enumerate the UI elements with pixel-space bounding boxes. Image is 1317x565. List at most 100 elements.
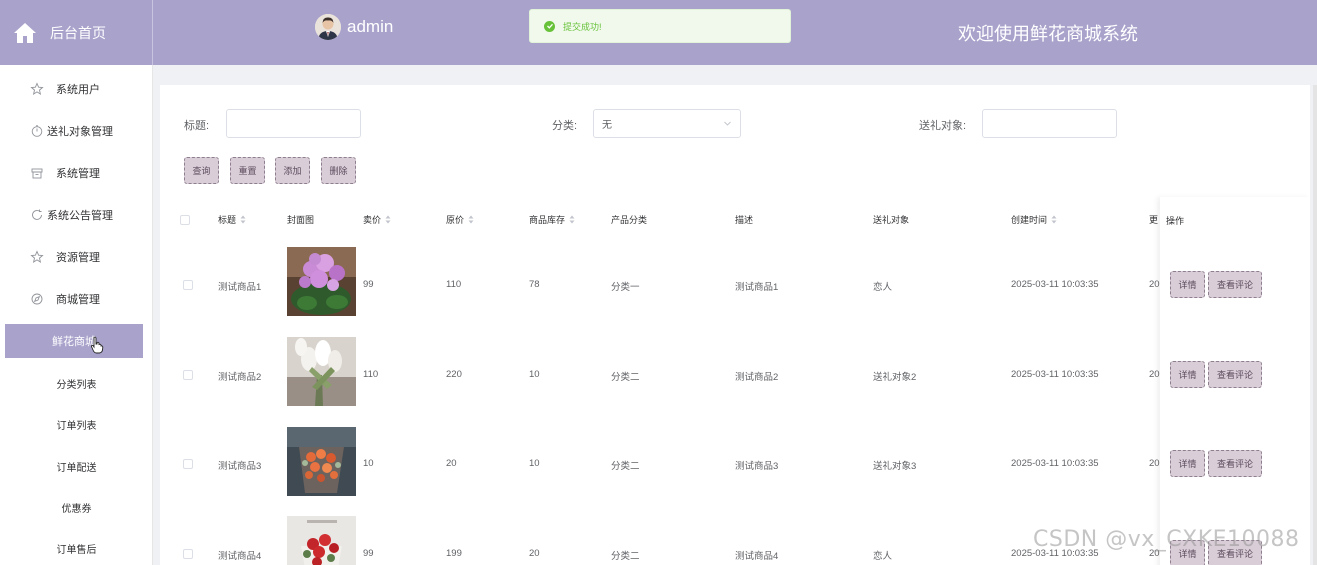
view-comments-button[interactable]: 查看评论 [1208,361,1262,388]
category-select[interactable]: 无 [593,109,741,138]
sidebar-item-label: 资源管理 [56,252,100,264]
sort-icon[interactable] [468,215,474,224]
sidebar-item-label: 送礼对象管理 [47,126,113,138]
sidebar-sub-coupon[interactable]: 优惠券 [0,487,153,527]
cell-recipient: 恋人 [873,282,893,293]
cell-original-price: 110 [446,279,462,290]
sidebar-item-announcement-mgmt[interactable]: 系统公告管理 [0,194,153,236]
column-header-label: 更 [1149,215,1159,225]
column-header-title[interactable]: 标题 [218,213,246,226]
cell-recipient: 恋人 [873,551,893,562]
product-cover-image [287,427,356,496]
cell-created: 2025-03-11 10:03:35 [1011,279,1099,290]
column-header-label: 送礼对象 [873,215,910,225]
column-header-description: 描述 [735,213,753,226]
star-icon [30,82,44,96]
cell-price: 10 [363,458,374,469]
sidebar-item-system-users[interactable]: 系统用户 [0,68,153,110]
delete-button[interactable]: 删除 [321,157,356,184]
sidebar-item-mall-mgmt[interactable]: 商城管理 [0,278,153,320]
detail-button[interactable]: 详情 [1170,450,1205,477]
sidebar-item-resource-mgmt[interactable]: 资源管理 [0,236,153,278]
column-header-label: 原价 [446,215,465,225]
row-checkbox[interactable] [183,280,193,290]
cell-price: 99 [363,548,374,559]
cell-original-price: 199 [446,548,462,559]
vertical-scrollbar[interactable] [1313,85,1317,565]
sidebar-item-label: 商城管理 [56,294,100,306]
recipient-search-input[interactable] [982,109,1117,138]
sidebar-sub-category-list[interactable]: 分类列表 [0,363,153,403]
column-header-category: 产品分类 [611,213,647,226]
title-search-input[interactable] [226,109,361,138]
cell-updated: 20 [1149,458,1160,469]
view-comments-button[interactable]: 查看评论 [1208,271,1262,298]
home-label: 后台首页 [50,24,106,41]
cell-title: 测试商品2 [218,372,262,383]
box-icon [30,166,44,180]
cell-category: 分类二 [611,372,640,383]
column-header-cover: 封面图 [287,213,314,226]
product-cover-image [287,516,356,565]
avatar [315,14,341,40]
column-header-original-price[interactable]: 原价 [446,213,474,226]
sidebar: 系统用户 送礼对象管理 系统管理 系统公告管理 资源管理 商城管理 鲜花商城 分… [0,65,153,565]
product-cover-image [287,247,356,316]
column-header-created[interactable]: 创建时间 [1011,213,1057,226]
column-header-label: 产品分类 [611,215,648,225]
row-checkbox[interactable] [183,549,193,559]
sidebar-sub-label: 订单列表 [56,420,97,432]
sidebar-sub-flower-mall[interactable]: 鲜花商城 [5,324,143,358]
star-icon [30,250,44,264]
reset-button[interactable]: 重置 [230,157,265,184]
cell-created: 2025-03-11 10:03:35 [1011,458,1099,469]
check-circle-icon [544,20,555,32]
row-checkbox[interactable] [183,370,193,380]
view-comments-button[interactable]: 查看评论 [1208,450,1262,477]
select-all-checkbox[interactable] [180,215,190,225]
cell-recipient: 送礼对象3 [873,461,917,472]
column-header-label: 创建时间 [1011,215,1048,225]
cell-description: 测试商品3 [735,461,779,472]
hand-cursor-icon [90,336,104,354]
title-filter-label: 标题: [184,120,210,132]
chevron-down-icon [723,119,732,128]
sidebar-sub-order-list[interactable]: 订单列表 [0,404,153,444]
timer-icon [30,124,44,138]
category-select-value: 无 [602,120,612,131]
main-content: 标题: 分类: 无 送礼对象: 查询 重置 添加 删除 标题 封面图 卖价 原价… [160,85,1310,565]
detail-button[interactable]: 详情 [1170,361,1205,388]
cell-price: 99 [363,279,374,290]
sort-icon[interactable] [240,215,246,224]
sidebar-item-label: 系统管理 [56,168,100,180]
sidebar-item-recipient-mgmt[interactable]: 送礼对象管理 [0,110,153,152]
row-checkbox[interactable] [183,459,193,469]
home-link[interactable]: 后台首页 [0,0,153,65]
welcome-title: 欢迎使用鲜花商城系统 [958,24,1138,44]
cell-category: 分类二 [611,551,640,562]
watermark: CSDN @vx_CXKE10088 [1033,527,1300,552]
sidebar-sub-after-sales[interactable]: 订单售后 [0,528,153,565]
cell-created: 2025-03-11 10:03:35 [1011,369,1099,380]
sidebar-item-system-mgmt[interactable]: 系统管理 [0,152,153,194]
sort-icon[interactable] [1051,215,1057,224]
column-header-price[interactable]: 卖价 [363,213,391,226]
sidebar-sub-label: 订单配送 [56,462,97,474]
cell-description: 测试商品2 [735,372,779,383]
add-button[interactable]: 添加 [275,157,310,184]
detail-button[interactable]: 详情 [1170,271,1205,298]
success-toast: 提交成功! [529,9,791,43]
sort-icon[interactable] [385,215,391,224]
cell-recipient: 送礼对象2 [873,372,917,383]
sort-icon[interactable] [569,215,575,224]
cell-original-price: 220 [446,369,462,380]
sidebar-sub-label: 订单售后 [56,544,97,556]
column-header-operations: 操作 [1166,216,1185,226]
sidebar-sub-order-delivery[interactable]: 订单配送 [0,446,153,486]
query-button[interactable]: 查询 [184,157,219,184]
user-info[interactable]: admin [315,14,393,40]
username: admin [347,17,394,36]
sidebar-item-label: 系统公告管理 [47,210,113,222]
column-header-stock[interactable]: 商品库存 [529,213,575,226]
column-header-updated[interactable]: 更 [1149,213,1158,226]
